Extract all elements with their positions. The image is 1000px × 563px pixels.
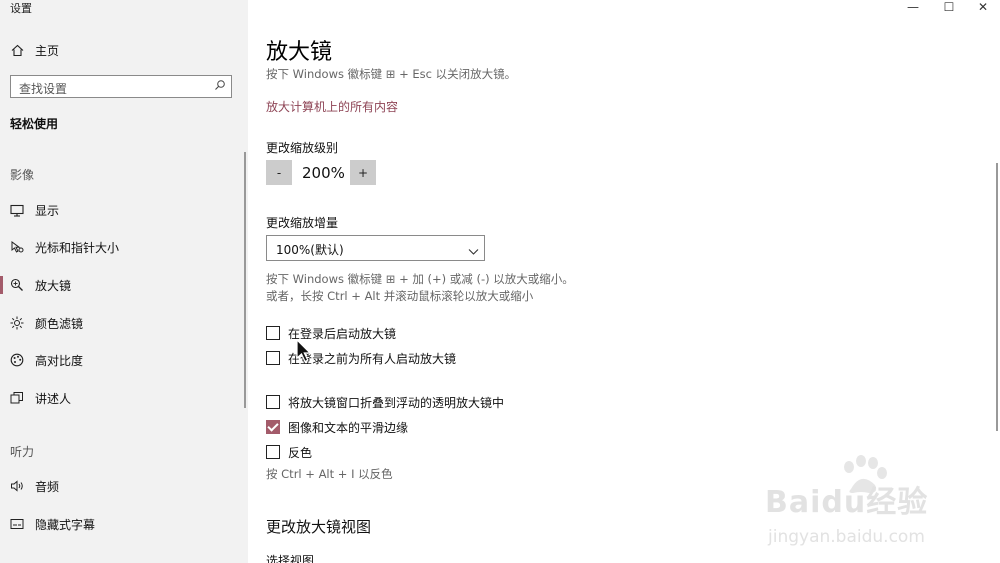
sidebar-item-label: 高对比度 <box>35 353 84 368</box>
zoom-increment-value: 100%(默认) <box>276 243 344 257</box>
sidebar-item-captions[interactable]: 隐藏式字幕 <box>0 511 244 537</box>
checkbox-box[interactable] <box>266 351 280 365</box>
sidebar-item-home[interactable]: 主页 <box>0 37 244 63</box>
checkbox-box[interactable] <box>266 326 280 340</box>
page-title: 放大镜 <box>266 40 333 65</box>
home-icon <box>10 43 24 57</box>
cursor-icon <box>10 240 24 254</box>
search-input[interactable]: 查找设置 <box>10 75 232 98</box>
section-label-hearing: 听力 <box>10 445 35 459</box>
checkbox-label: 将放大镜窗口折叠到浮动的透明放大镜中 <box>288 395 505 410</box>
zoom-in-button[interactable]: + <box>350 160 376 185</box>
magnifier-icon <box>10 278 24 292</box>
zoom-increment-dropdown[interactable]: 100%(默认) <box>266 235 485 261</box>
checkbox-label: 图像和文本的平滑边缘 <box>288 420 409 435</box>
sidebar-item-label: 隐藏式字幕 <box>35 517 96 532</box>
zoom-keys-hint: 按下 Windows 徽标键 ⊞ + 加 (+) 或减 (-) 以放大或缩小。 <box>266 272 574 286</box>
sidebar: 设置 主页 查找设置 轻松使用 影像 显示 光标和指针大小 放大镜 颜色滤镜 高… <box>0 0 248 563</box>
narrator-icon <box>10 391 24 405</box>
invert-colors-checkbox[interactable]: 反色 <box>266 443 312 461</box>
watermark-brand: Baidu经验 <box>765 485 929 520</box>
category-title: 轻松使用 <box>10 117 59 131</box>
view-section-heading: 更改放大镜视图 <box>266 518 372 536</box>
window-title: 设置 <box>10 2 32 15</box>
checkbox-box[interactable] <box>266 445 280 459</box>
display-icon <box>10 203 24 217</box>
sidebar-item-narrator[interactable]: 讲述人 <box>0 385 244 411</box>
smooth-edges-checkbox[interactable]: 图像和文本的平滑边缘 <box>266 418 408 436</box>
sidebar-item-display[interactable]: 显示 <box>0 197 244 223</box>
zoom-increment-label: 更改缩放增量 <box>266 216 339 230</box>
checkbox-box[interactable] <box>266 420 280 434</box>
search-placeholder: 查找设置 <box>19 82 68 96</box>
sidebar-item-label: 颜色滤镜 <box>35 316 84 331</box>
maximize-button[interactable]: ☐ <box>934 0 964 14</box>
sidebar-item-label: 主页 <box>35 43 60 58</box>
choose-view-label: 选择视图 <box>266 554 315 563</box>
sidebar-item-high-contrast[interactable]: 高对比度 <box>0 347 244 373</box>
sidebar-item-label: 光标和指针大小 <box>35 240 120 255</box>
sidebar-item-label: 音频 <box>35 479 60 494</box>
zoom-out-button[interactable]: - <box>266 160 292 185</box>
collapse-to-lens-checkbox[interactable]: 将放大镜窗口折叠到浮动的透明放大镜中 <box>266 393 504 411</box>
sidebar-item-magnifier[interactable]: 放大镜 <box>0 272 244 298</box>
sidebar-item-color-filters[interactable]: 颜色滤镜 <box>0 310 244 336</box>
invert-shortcut-hint: 按 Ctrl + Alt + I 以反色 <box>266 467 393 481</box>
sidebar-item-label: 显示 <box>35 203 60 218</box>
checkbox-label: 反色 <box>288 445 313 460</box>
captions-icon <box>10 517 24 531</box>
zoom-mouse-hint: 或者，长按 Ctrl + Alt 并滚动鼠标滚轮以放大或缩小 <box>266 289 534 303</box>
minimize-button[interactable]: — <box>898 0 928 14</box>
zoom-level-value: 200% <box>302 164 345 182</box>
sidebar-item-cursor[interactable]: 光标和指针大小 <box>0 234 244 260</box>
start-after-signin-checkbox[interactable]: 在登录后启动放大镜 <box>266 324 396 342</box>
search-icon[interactable] <box>214 79 226 94</box>
sidebar-scrollbar[interactable] <box>244 152 246 408</box>
close-button[interactable]: ✕ <box>968 0 998 14</box>
audio-icon <box>10 479 24 493</box>
baidu-watermark: Baidu经验 jingyan.baidu.com <box>765 455 990 555</box>
close-shortcut-hint: 按下 Windows 徽标键 ⊞ + Esc 以关闭放大镜。 <box>266 67 517 81</box>
main-scrollbar[interactable] <box>996 163 998 431</box>
magnify-everything-link[interactable]: 放大计算机上的所有内容 <box>266 98 398 115</box>
section-label-vision: 影像 <box>10 168 35 182</box>
sidebar-item-label: 讲述人 <box>35 391 72 406</box>
checkbox-label: 在登录之前为所有人启动放大镜 <box>288 351 457 366</box>
checkbox-box[interactable] <box>266 395 280 409</box>
sidebar-item-label: 放大镜 <box>35 278 72 293</box>
color-filter-icon <box>10 316 24 330</box>
chevron-down-icon <box>468 242 479 255</box>
high-contrast-icon <box>10 353 24 367</box>
sidebar-item-audio[interactable]: 音频 <box>0 473 244 499</box>
zoom-level-label: 更改缩放级别 <box>266 141 339 155</box>
watermark-url: jingyan.baidu.com <box>768 527 925 547</box>
mouse-pointer-icon <box>296 338 312 367</box>
start-before-signin-checkbox[interactable]: 在登录之前为所有人启动放大镜 <box>266 349 456 367</box>
